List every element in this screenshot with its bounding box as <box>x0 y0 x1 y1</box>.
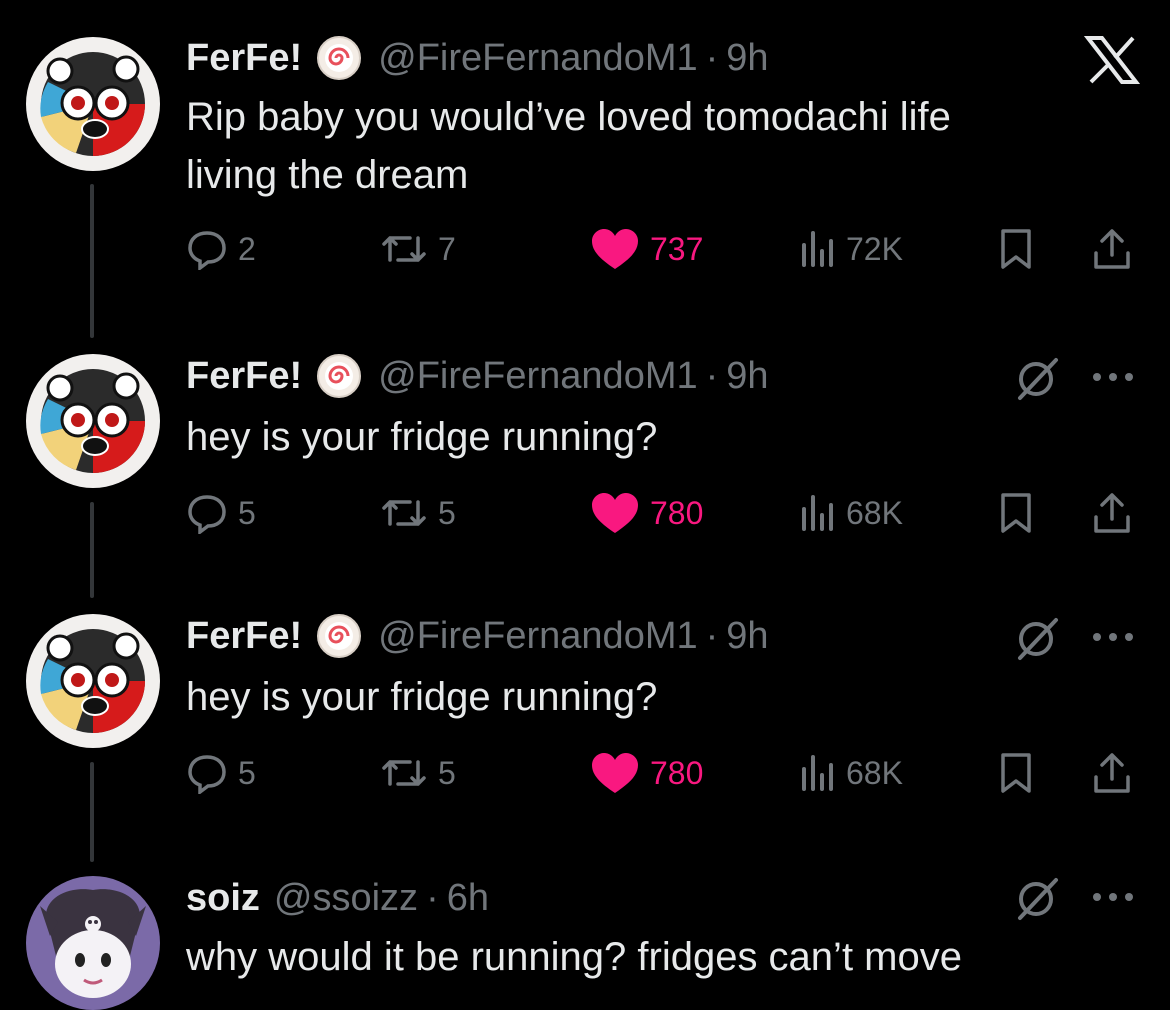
tweet-header: soiz @ssoizz · 6h <box>186 874 489 922</box>
grok-icon[interactable] <box>1012 354 1062 409</box>
action-bar: 5 5 780 68K <box>186 750 1136 796</box>
handle[interactable]: @ssoizz <box>274 877 418 920</box>
display-name[interactable]: FerFe! <box>186 37 302 80</box>
handle[interactable]: @FireFernandoM1 <box>378 355 697 398</box>
share-button[interactable] <box>1090 490 1134 536</box>
action-bar: 2 7 737 72K <box>186 226 1136 272</box>
display-name[interactable]: FerFe! <box>186 615 302 658</box>
avatar[interactable] <box>26 354 160 488</box>
heart-icon <box>592 753 638 793</box>
repost-button[interactable]: 7 <box>380 226 456 272</box>
reply-icon <box>188 495 226 534</box>
grok-icon[interactable] <box>1012 614 1062 669</box>
more-options-icon[interactable] <box>1090 630 1136 649</box>
timestamp[interactable]: 9h <box>726 615 768 658</box>
display-name[interactable]: soiz <box>186 877 260 920</box>
repost-button[interactable]: 5 <box>380 490 456 536</box>
like-button[interactable]: 780 <box>590 750 703 796</box>
tweet[interactable]: FerFe! @FireFernandoM1 · 9h hey is your … <box>0 600 1170 860</box>
display-name[interactable]: FerFe! <box>186 355 302 398</box>
reply-button[interactable]: 2 <box>186 226 256 272</box>
separator-dot: · <box>705 614 719 657</box>
grok-icon[interactable] <box>1012 874 1062 929</box>
reply-icon <box>188 231 226 270</box>
timestamp[interactable]: 9h <box>726 37 768 80</box>
view-count: 68K <box>846 754 903 791</box>
share-icon <box>1094 493 1130 533</box>
bookmark-icon <box>1001 753 1031 793</box>
tweet-text-line: living the dream <box>186 153 469 197</box>
tweet-text: Rip baby you would’ve loved tomodachi li… <box>186 88 1086 204</box>
reply-count: 2 <box>238 230 256 267</box>
bookmark-icon <box>1001 493 1031 533</box>
share-icon <box>1094 229 1130 269</box>
repost-button[interactable]: 5 <box>380 750 456 796</box>
like-count: 737 <box>650 230 704 267</box>
views-icon <box>802 755 833 791</box>
repost-count: 7 <box>438 230 456 267</box>
tweet-header: FerFe! @FireFernandoM1 · 9h <box>186 612 769 660</box>
avatar[interactable] <box>26 614 160 748</box>
repost-count: 5 <box>438 754 456 791</box>
like-count: 780 <box>650 754 704 791</box>
heart-icon <box>592 229 638 269</box>
reply-button[interactable]: 5 <box>186 750 256 796</box>
separator-dot: · <box>705 36 719 79</box>
tweet[interactable]: FerFe! @FireFernandoM1 · 9h hey is your … <box>0 340 1170 600</box>
repost-icon <box>382 500 426 526</box>
x-logo-icon <box>1083 36 1141 89</box>
separator-dot: · <box>705 354 719 397</box>
tweet-text-line: hey is your fridge running? <box>186 415 658 459</box>
like-count: 780 <box>650 494 704 531</box>
reply-count: 5 <box>238 754 256 791</box>
bookmark-icon <box>1001 229 1031 269</box>
tweet-text: hey is your fridge running? <box>186 668 1086 726</box>
heart-icon <box>592 493 638 533</box>
share-button[interactable] <box>1090 226 1134 272</box>
share-button[interactable] <box>1090 750 1134 796</box>
tweet-text-line: why would it be running? fridges can’t m… <box>186 935 962 979</box>
naruto-badge-icon <box>316 353 362 399</box>
bookmark-button[interactable] <box>998 226 1034 272</box>
more-options-icon[interactable] <box>1090 890 1136 909</box>
tweet-header: FerFe! @FireFernandoM1 · 9h <box>186 352 769 400</box>
naruto-badge-icon <box>316 35 362 81</box>
view-count: 68K <box>846 494 903 531</box>
tweet[interactable]: FerFe! @FireFernandoM1 · 9h Rip baby you… <box>0 0 1170 340</box>
tweet-text: why would it be running? fridges can’t m… <box>186 928 1086 986</box>
views-button[interactable]: 68K <box>796 490 903 536</box>
avatar[interactable] <box>26 876 160 1010</box>
view-count: 72K <box>846 230 903 267</box>
action-bar: 5 5 780 68K <box>186 490 1136 536</box>
more-options-icon[interactable] <box>1090 370 1136 389</box>
timestamp[interactable]: 6h <box>447 877 489 920</box>
bookmark-button[interactable] <box>998 490 1034 536</box>
naruto-badge-icon <box>316 613 362 659</box>
tweet-header: FerFe! @FireFernandoM1 · 9h <box>186 34 769 82</box>
avatar[interactable] <box>26 37 160 171</box>
reply-count: 5 <box>238 494 256 531</box>
bookmark-button[interactable] <box>998 750 1034 796</box>
tweet[interactable]: soiz @ssoizz · 6h why would it be runnin… <box>0 860 1170 1010</box>
handle[interactable]: @FireFernandoM1 <box>378 37 697 80</box>
share-icon <box>1094 753 1130 793</box>
handle[interactable]: @FireFernandoM1 <box>378 615 697 658</box>
views-button[interactable]: 68K <box>796 750 903 796</box>
tweet-text: hey is your fridge running? <box>186 408 1086 466</box>
tweet-text-line: Rip baby you would’ve loved tomodachi li… <box>186 95 951 139</box>
repost-icon <box>382 236 426 262</box>
views-button[interactable]: 72K <box>796 226 903 272</box>
separator-dot: · <box>426 876 439 919</box>
tweet-text-line: hey is your fridge running? <box>186 675 658 719</box>
like-button[interactable]: 780 <box>590 490 703 536</box>
views-icon <box>802 495 833 531</box>
reply-icon <box>188 755 226 794</box>
timestamp[interactable]: 9h <box>726 355 768 398</box>
reply-button[interactable]: 5 <box>186 490 256 536</box>
repost-icon <box>382 760 426 786</box>
repost-count: 5 <box>438 494 456 531</box>
like-button[interactable]: 737 <box>590 226 703 272</box>
views-icon <box>802 231 833 267</box>
